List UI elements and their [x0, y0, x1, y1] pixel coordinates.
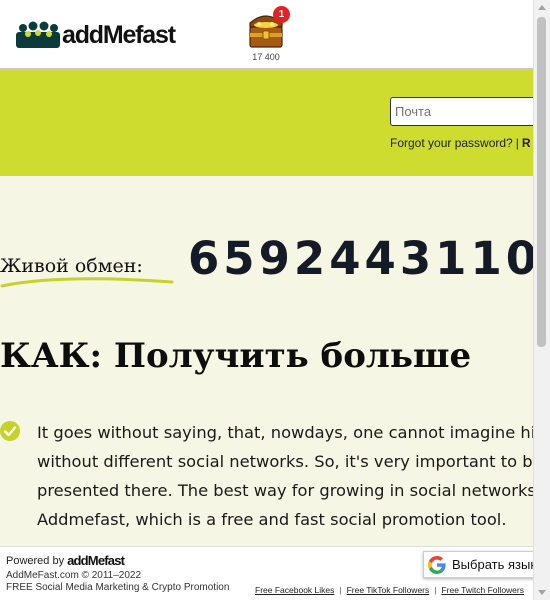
logo-text: addMefast — [62, 20, 176, 49]
footer-logo[interactable]: addMefast — [67, 553, 125, 568]
notification-badge: 1 — [273, 6, 290, 23]
page: addMefast 1 17 400 Живой обмен: 65924431… — [0, 0, 534, 600]
how-description: It goes without saying, that, nowdays, o… — [37, 418, 534, 534]
description-line: without different social networks. So, i… — [37, 452, 534, 471]
translate-language-button[interactable]: Выбрать язык — [423, 551, 550, 578]
scroll-down-arrow[interactable] — [538, 590, 546, 595]
how-title: КАК: Получить больше — [0, 336, 472, 376]
login-links: Forgot your password? | R — [390, 136, 531, 150]
points-count: 17 400 — [252, 52, 280, 62]
register-link[interactable]: R — [522, 136, 531, 150]
translate-label: Выбрать язык — [452, 557, 537, 572]
site-logo[interactable]: addMefast — [16, 20, 176, 50]
scroll-up-arrow[interactable] — [538, 5, 546, 10]
link-free-tiktok-followers[interactable]: Free TikTok Followers — [347, 585, 430, 595]
powered-by-label: Powered by — [6, 554, 65, 567]
check-circle-icon — [0, 421, 20, 441]
copyright: AddMeFast.com © 2011–2022 — [6, 570, 142, 581]
google-g-icon — [428, 555, 446, 574]
description-line: Addmefast, which is a free and fast soci… — [37, 510, 507, 529]
powered-by: Powered by addMefast — [6, 553, 125, 568]
description-line: It goes without saying, that, nowdays, o… — [37, 423, 534, 442]
link-separator: | — [434, 585, 437, 595]
description-line: presented there. The best way for growin… — [37, 481, 534, 500]
footer-links: Free Facebook Likes | Free TikTok Follower… — [255, 585, 524, 595]
tagline: FREE Social Media Marketing & Crypto Pro… — [6, 582, 230, 593]
people-logo-icon — [16, 21, 60, 48]
scrollbar-thumb[interactable] — [537, 17, 546, 347]
link-free-twitch-followers[interactable]: Free Twitch Followers — [441, 585, 524, 595]
vertical-scrollbar[interactable] — [533, 0, 550, 600]
link-separator: | — [339, 585, 342, 595]
email-input[interactable] — [390, 97, 550, 126]
login-separator: | — [515, 136, 519, 150]
underline-swoosh — [0, 277, 174, 288]
link-free-facebook-likes[interactable]: Free Facebook Likes — [255, 585, 334, 595]
forgot-password-link[interactable]: Forgot your password? — [390, 136, 513, 150]
live-exchange-counter: 6592443110 — [188, 232, 534, 285]
site-header: addMefast 1 17 400 — [0, 0, 534, 70]
